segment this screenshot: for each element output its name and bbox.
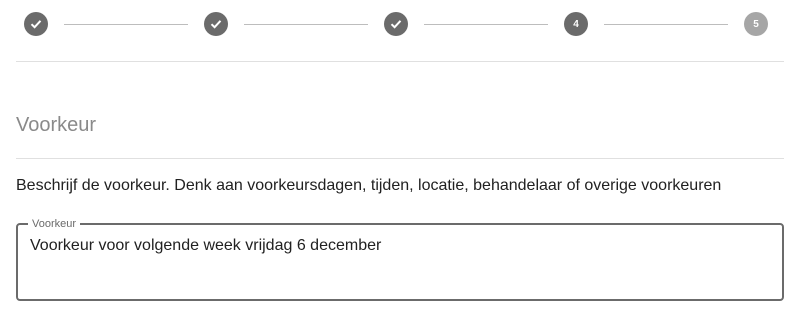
step-connector (424, 23, 548, 25)
step-connector (244, 23, 368, 25)
step-2[interactable] (204, 12, 228, 36)
step-number: 4 (573, 18, 579, 30)
divider (16, 61, 784, 62)
step-number: 5 (753, 18, 759, 30)
step-5[interactable]: 5 (744, 12, 768, 36)
voorkeur-textarea[interactable]: Voorkeur Voorkeur voor volgende week vri… (16, 217, 784, 301)
step-4[interactable]: 4 (564, 12, 588, 36)
description-text: Beschrijf de voorkeur. Denk aan voorkeur… (16, 177, 722, 194)
field-value[interactable]: Voorkeur voor volgende week vrijdag 6 de… (30, 237, 381, 255)
step-1[interactable] (24, 12, 48, 36)
step-connector (64, 23, 188, 25)
check-icon (390, 20, 402, 29)
field-label: Voorkeur (28, 217, 81, 231)
section-title: Voorkeur (16, 114, 97, 136)
step-connector (604, 23, 728, 25)
stepper: 4 5 (24, 12, 768, 36)
check-icon (210, 20, 222, 29)
divider (16, 158, 784, 159)
step-3[interactable] (384, 12, 408, 36)
check-icon (30, 20, 42, 29)
